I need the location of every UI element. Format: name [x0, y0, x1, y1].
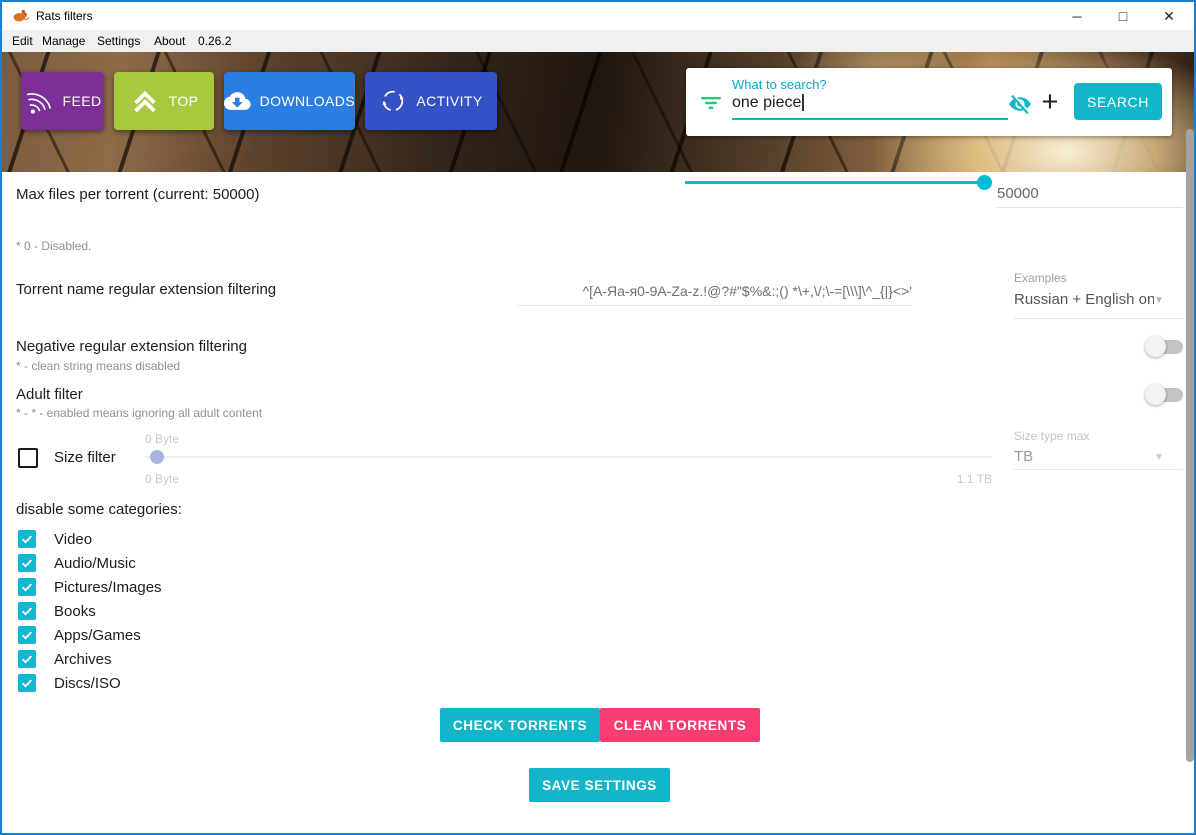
minimize-button[interactable]: ─	[1054, 2, 1100, 30]
size-slider-knob[interactable]	[150, 450, 164, 464]
check-icon	[20, 676, 34, 690]
close-icon: ✕	[1163, 8, 1175, 25]
category-checkbox-audio[interactable]	[18, 554, 36, 572]
check-icon	[20, 628, 34, 642]
size-slider-track[interactable]	[145, 456, 992, 458]
search-label: What to search?	[732, 77, 827, 92]
size-min-label-top: 0 Byte	[145, 432, 179, 446]
plus-icon[interactable]: +	[1036, 85, 1064, 119]
adult-filter-note: * - * - enabled means ignoring all adult…	[16, 406, 262, 420]
search-button[interactable]: SEARCH	[1074, 83, 1162, 120]
check-icon	[20, 580, 34, 594]
size-filter-checkbox[interactable]	[18, 448, 38, 468]
rats-filters-window: Rats filters ─ □ ✕ Edit Manage Settings …	[0, 0, 1196, 835]
size-type-dropdown-arrow-icon[interactable]: ▼	[1154, 452, 1164, 463]
feed-button[interactable]: FEED	[21, 72, 104, 130]
size-type-underline	[1014, 469, 1183, 470]
max-files-input[interactable]: 50000	[997, 185, 1039, 202]
max-files-label: Max files per torrent (current: 50000)	[16, 186, 259, 203]
check-torrents-button[interactable]: CHECK TORRENTS	[440, 708, 600, 742]
titlebar: Rats filters ─ □ ✕	[2, 2, 1194, 30]
category-checkbox-discs[interactable]	[18, 674, 36, 692]
adult-filter-toggle[interactable]	[1147, 388, 1183, 402]
scrollbar-thumb[interactable]	[1186, 129, 1194, 762]
adult-filter-label: Adult filter	[16, 386, 83, 403]
menu-item-version[interactable]: 0.26.2	[198, 34, 231, 48]
menu-item-about[interactable]: About	[154, 34, 185, 48]
toggle-knob	[1145, 384, 1166, 405]
negative-regex-toggle[interactable]	[1147, 340, 1183, 354]
search-underline	[732, 118, 1008, 120]
examples-dropdown-arrow-icon[interactable]: ▼	[1154, 295, 1164, 306]
category-label-audio: Audio/Music	[54, 555, 136, 572]
menu-item-manage[interactable]: Manage	[42, 34, 85, 48]
category-checkbox-video[interactable]	[18, 530, 36, 548]
category-label-archives: Archives	[54, 651, 112, 668]
size-type-label: Size type max	[1014, 429, 1089, 443]
check-icon	[20, 556, 34, 570]
category-checkbox-pictures[interactable]	[18, 578, 36, 596]
size-min-label-bottom: 0 Byte	[145, 472, 179, 486]
top-label: TOP	[169, 93, 199, 109]
category-label-discs: Discs/ISO	[54, 675, 121, 692]
window-title: Rats filters	[36, 9, 93, 23]
name-regex-input[interactable]: ^[А-Яа-я0-9A-Za-z.!@?#"$%&:;() *\+,\/;\-…	[452, 283, 912, 299]
menu-item-edit[interactable]: Edit	[12, 34, 33, 48]
negative-regex-label: Negative regular extension filtering	[16, 338, 247, 355]
menu-item-settings[interactable]: Settings	[97, 34, 140, 48]
downloads-button[interactable]: DOWNLOADS	[224, 72, 355, 130]
check-icon	[20, 532, 34, 546]
top-button[interactable]: TOP	[114, 72, 214, 130]
clean-torrents-button[interactable]: CLEAN TORRENTS	[600, 708, 760, 742]
search-input-value: one piece	[732, 94, 801, 111]
category-checkbox-books[interactable]	[18, 602, 36, 620]
app-rat-icon	[12, 7, 30, 24]
maximize-icon: □	[1119, 8, 1127, 24]
search-card: What to search? one piece + SEARCH	[686, 68, 1172, 136]
name-regex-underline	[517, 305, 912, 306]
downloads-icon	[224, 86, 251, 116]
name-regex-label: Torrent name regular extension filtering	[16, 281, 276, 298]
feed-icon	[20, 83, 56, 119]
activity-button[interactable]: ACTIVITY	[365, 72, 497, 130]
eye-off-icon[interactable]	[1006, 92, 1034, 116]
max-files-slider-knob[interactable]	[977, 175, 992, 190]
header-banner: FEED TOP DOWNLOADS ACTIVITY	[2, 52, 1194, 172]
category-checkbox-archives[interactable]	[18, 650, 36, 668]
categories-title: disable some categories:	[16, 501, 182, 518]
top-icon	[130, 86, 160, 116]
size-type-select[interactable]: TB	[1014, 448, 1033, 465]
examples-select[interactable]: Russian + English only (...	[1014, 291, 1154, 308]
max-files-slider-track[interactable]	[685, 181, 985, 184]
category-label-apps: Apps/Games	[54, 627, 141, 644]
activity-label: ACTIVITY	[416, 93, 482, 109]
menu-bar: Edit Manage Settings About 0.26.2	[2, 30, 1194, 52]
activity-icon	[379, 87, 407, 115]
filter-icon	[700, 96, 722, 110]
feed-label: FEED	[63, 93, 102, 109]
size-filter-label: Size filter	[54, 449, 116, 466]
check-icon	[20, 604, 34, 618]
maximize-button[interactable]: □	[1100, 2, 1146, 30]
downloads-label: DOWNLOADS	[260, 93, 355, 109]
examples-underline	[1014, 318, 1183, 319]
examples-label: Examples	[1014, 271, 1067, 285]
save-settings-button[interactable]: SAVE SETTINGS	[529, 768, 670, 802]
text-caret	[802, 94, 804, 111]
category-label-video: Video	[54, 531, 92, 548]
size-max-label: 1.1 TB	[892, 472, 992, 486]
search-input[interactable]: one piece	[732, 94, 804, 112]
toggle-knob	[1145, 336, 1166, 357]
category-checkbox-apps[interactable]	[18, 626, 36, 644]
category-label-pictures: Pictures/Images	[54, 579, 162, 596]
max-files-underline	[997, 207, 1183, 208]
category-label-books: Books	[54, 603, 96, 620]
check-icon	[20, 652, 34, 666]
max-files-note: * 0 - Disabled.	[16, 239, 91, 253]
negative-regex-note: * - clean string means disabled	[16, 359, 180, 373]
minimize-icon: ─	[1072, 9, 1081, 24]
close-button[interactable]: ✕	[1146, 2, 1192, 30]
